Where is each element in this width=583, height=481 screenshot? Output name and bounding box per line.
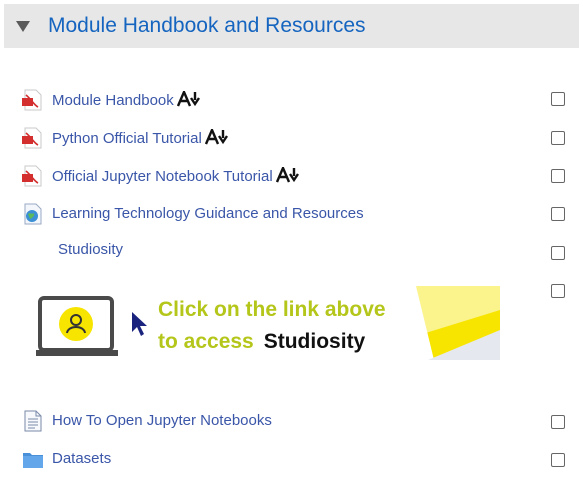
accessibility-download-icon[interactable] <box>176 88 201 111</box>
resource-link[interactable]: How To Open Jupyter Notebooks <box>52 412 272 429</box>
completion-checkbox[interactable] <box>551 131 565 145</box>
collapse-caret-icon[interactable] <box>16 20 30 32</box>
completion-checkbox[interactable] <box>551 453 565 467</box>
section-header[interactable]: Module Handbook and Resources <box>4 4 579 48</box>
resource-link[interactable]: Official Jupyter Notebook Tutorial <box>52 164 300 187</box>
resource-link[interactable]: Python Official Tutorial <box>52 126 229 149</box>
pdf-icon <box>22 127 44 149</box>
url-globe-icon <box>22 203 44 225</box>
banner-line-2: to access Studiosity <box>158 330 366 353</box>
list-item: Python Official Tutorial <box>0 123 583 151</box>
studiosity-logo: Studiosity <box>263 330 366 353</box>
completion-checkbox[interactable] <box>551 207 565 221</box>
completion-checkbox[interactable] <box>551 92 565 106</box>
section-title: Module Handbook and Resources <box>48 14 366 37</box>
resource-link[interactable]: Datasets <box>52 450 111 467</box>
page-icon <box>22 410 44 432</box>
pdf-icon <box>22 165 44 187</box>
list-item: Module Handbook <box>0 85 583 113</box>
completion-checkbox[interactable] <box>551 415 565 429</box>
completion-checkbox[interactable] <box>551 169 565 183</box>
resource-link[interactable]: Module Handbook <box>52 88 201 111</box>
list-item: Studiosity <box>0 235 583 263</box>
accessibility-download-icon[interactable] <box>275 164 300 187</box>
list-item: Learning Technology Guidance and Resourc… <box>0 199 583 227</box>
completion-checkbox[interactable] <box>551 284 565 298</box>
list-item: Datasets <box>0 444 583 472</box>
studiosity-banner[interactable]: Click on the link above to access Studios… <box>36 286 500 360</box>
folder-icon <box>22 448 44 470</box>
resource-link[interactable]: Studiosity <box>58 241 123 258</box>
laptop-user-icon <box>36 296 118 356</box>
list-item: How To Open Jupyter Notebooks <box>0 406 583 434</box>
banner-line-1: Click on the link above <box>158 298 386 321</box>
list-item: Official Jupyter Notebook Tutorial <box>0 161 583 189</box>
accessibility-download-icon[interactable] <box>204 126 229 149</box>
resource-link[interactable]: Learning Technology Guidance and Resourc… <box>52 205 364 222</box>
completion-checkbox[interactable] <box>551 246 565 260</box>
pdf-icon <box>22 89 44 111</box>
